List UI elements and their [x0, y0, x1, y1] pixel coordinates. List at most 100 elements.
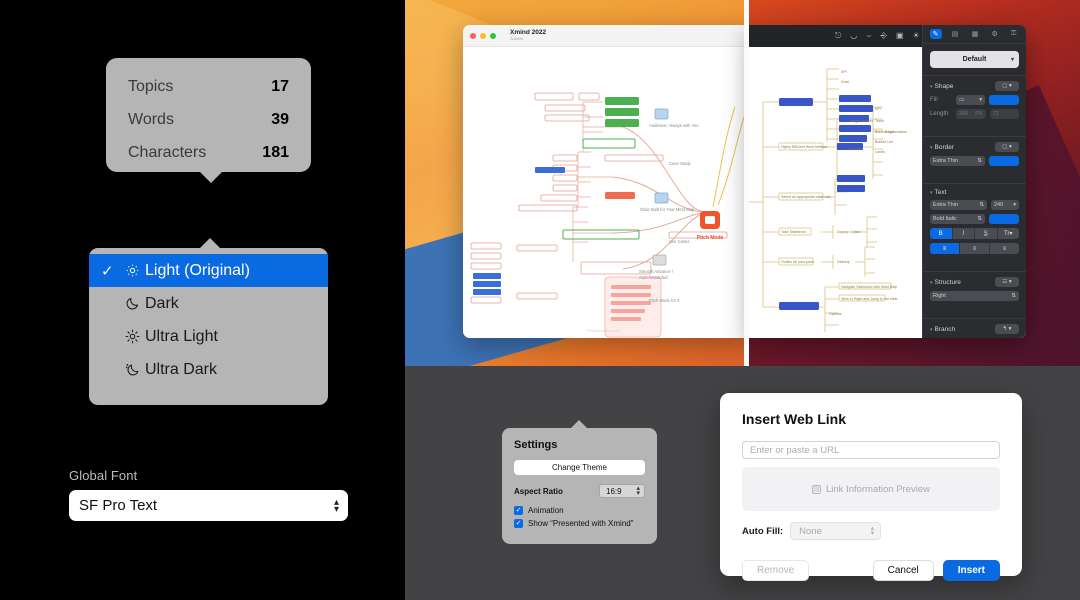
checkbox-checked-icon[interactable]: ✓ — [514, 506, 523, 515]
inspector-tab-lock[interactable]: ⚿ — [1008, 29, 1019, 39]
format-inspector-panel[interactable]: ✎ ▤ ▦ ⚙ ⚿ Default ▾ ▾Shape ▢ ▾ Fill ▭▾ — [922, 25, 1026, 338]
presented-with-xmind-checkbox-row[interactable]: ✓ Show “Presented with Xmind” — [514, 519, 645, 528]
text-font-row[interactable]: Extra Thin⇅ 240▾ — [930, 200, 1019, 210]
inspector-tab-layout[interactable]: ▤ — [949, 29, 962, 39]
note-icon[interactable]: ▣ — [896, 31, 904, 41]
stepper-icon[interactable]: ▴▾ — [871, 526, 875, 536]
shape-fill-row[interactable]: Fill ▭▾ — [930, 95, 1019, 105]
align-left-button[interactable]: ≡ — [930, 243, 960, 254]
structure-select[interactable]: Right⇅ — [930, 291, 1019, 301]
svg-text:Lands: Lands — [875, 150, 885, 154]
theme-dropdown-menu[interactable]: ✓ Light (Original) — [89, 248, 328, 405]
text-size-select[interactable]: 240▾ — [991, 200, 1019, 210]
url-input-placeholder: Enter or paste a URL — [750, 445, 839, 456]
aspect-ratio-value: 16:9 — [606, 487, 622, 496]
stepper-icon[interactable]: ▴▾ — [636, 486, 640, 496]
border-weight-select[interactable]: Extra Thin⇅ — [930, 156, 985, 166]
theme-item-ultra-dark[interactable]: Ultra Dark — [89, 353, 328, 386]
branch-picker-button[interactable]: ↰ ▾ — [995, 324, 1019, 334]
svg-text:Usage Number: Usage Number — [849, 119, 874, 123]
border-shape-button[interactable]: ▢ ▾ — [995, 142, 1019, 152]
border-color-swatch[interactable] — [989, 156, 1019, 166]
sticker-icon[interactable]: ☀ — [913, 31, 920, 41]
svg-text:Goal: Goal — [841, 80, 849, 84]
stats-value: 17 — [271, 78, 289, 96]
section-title: ▾Branch — [930, 326, 955, 333]
link-preview-text: Link Information Preview — [826, 484, 930, 495]
shape-length-row[interactable]: Length 260PX 72 — [930, 109, 1019, 119]
italic-button[interactable]: I — [953, 228, 976, 239]
structure-picker-button[interactable]: ☷ ▾ — [995, 277, 1019, 287]
structure-row[interactable]: Right⇅ — [930, 291, 1019, 301]
inspector-section-structure: ▾Structure ☷ ▾ Right⇅ — [923, 271, 1026, 311]
mindmap-canvas-light[interactable]: Audience: Always with You Glide Built fo… — [463, 47, 744, 338]
stats-label: Characters — [128, 144, 206, 162]
close-icon[interactable] — [470, 33, 476, 39]
theme-item-light-original[interactable]: ✓ Light (Original) — [89, 254, 328, 287]
inspector-tab-format[interactable]: ✎ — [930, 29, 942, 39]
stats-label: Topics — [128, 78, 173, 96]
xmind-window-light[interactable]: Xmind 2022 Subtitle — [463, 25, 744, 338]
topic-icon[interactable]: ⎋ — [835, 31, 841, 41]
insert-web-link-dialog[interactable]: Insert Web Link Enter or paste a URL ▤ L… — [720, 393, 1022, 576]
summary-icon[interactable]: ⎆ — [881, 31, 887, 41]
bold-button[interactable]: B — [930, 228, 953, 239]
text-format-segmented-control[interactable]: B I S̲ Tr▾ — [930, 228, 1019, 239]
strikethrough-button[interactable]: S̲ — [975, 228, 998, 239]
svg-text:Bubble List: Bubble List — [875, 140, 893, 144]
text-font-select[interactable]: Extra Thin⇅ — [930, 200, 987, 210]
border-weight-row[interactable]: Extra Thin⇅ — [930, 156, 1019, 166]
shape-height-input[interactable]: 72 — [990, 109, 1020, 119]
xmind-document-title-block: Xmind 2022 Subtitle — [510, 30, 546, 42]
animation-checkbox-row[interactable]: ✓ Animation — [514, 506, 645, 515]
remove-button[interactable]: Remove — [742, 560, 809, 581]
shape-fill-color-swatch[interactable] — [989, 95, 1019, 105]
chevron-down-icon[interactable]: ▾ — [1011, 56, 1014, 63]
boundary-icon[interactable]: ⌣ — [866, 31, 871, 41]
auto-fill-select[interactable]: None ▴▾ — [790, 522, 881, 540]
inspector-tab-effects[interactable]: ⚙ — [989, 29, 1001, 39]
align-right-button[interactable]: ≡ — [990, 243, 1019, 254]
maximize-icon[interactable] — [490, 33, 496, 39]
theme-item-ultra-light[interactable]: Ultra Light — [89, 320, 328, 353]
stats-row-words: Words 39 — [106, 105, 311, 134]
shape-picker-button[interactable]: ▢ ▾ — [995, 81, 1019, 91]
cancel-button[interactable]: Cancel — [873, 560, 934, 581]
section-header[interactable]: ▾Border ▢ ▾ — [930, 142, 1019, 152]
inspector-tabs[interactable]: ✎ ▤ ▦ ⚙ ⚿ — [923, 25, 1026, 44]
check-icon: ✓ — [101, 262, 119, 280]
section-header[interactable]: ▾Text — [930, 189, 1019, 196]
relationship-icon[interactable]: ◡ — [850, 31, 857, 41]
stepper-icon[interactable]: ▴▾ — [334, 499, 339, 513]
minimize-icon[interactable] — [480, 33, 486, 39]
section-header[interactable]: ▾Branch ↰ ▾ — [930, 324, 1019, 334]
align-center-button[interactable]: ≡ — [960, 243, 990, 254]
moon-icon — [119, 296, 145, 311]
text-transform-button[interactable]: Tr▾ — [998, 228, 1020, 239]
svg-text:Stick or Right and Jump to the: Stick or Right and Jump to the slide — [841, 297, 898, 301]
shape-fill-style-select[interactable]: ▭▾ — [956, 95, 985, 105]
svg-text:KPI: KPI — [875, 107, 881, 111]
theme-item-label: Light (Original) — [145, 262, 250, 280]
xmind-window-dark[interactable]: ⎋ ◡ ⌣ ⎆ ▣ ☀ +⌄ ⛶ ▣ ◫ — [749, 25, 1026, 338]
text-align-segmented-control[interactable]: ≡ ≡ ≡ — [930, 243, 1019, 254]
aspect-ratio-select[interactable]: 16:9 ▴▾ — [599, 484, 645, 498]
text-style-row[interactable]: Bold Italic⇅ — [930, 214, 1019, 224]
section-header[interactable]: ▾Structure ☷ ▾ — [930, 277, 1019, 287]
shape-length-input[interactable]: 260PX — [956, 109, 986, 119]
inspector-tab-style[interactable]: ▦ — [969, 29, 982, 39]
checkbox-checked-icon[interactable]: ✓ — [514, 519, 523, 528]
url-input[interactable]: Enter or paste a URL — [742, 441, 1000, 459]
inspector-preset-select[interactable]: Default ▾ — [930, 51, 1019, 68]
section-header[interactable]: ▾Shape ▢ ▾ — [930, 81, 1019, 91]
global-font-select[interactable]: SF Pro Text ▴▾ — [69, 490, 348, 521]
change-theme-button[interactable]: Change Theme — [514, 460, 645, 475]
svg-text:Presented with Xmind: Presented with Xmind — [587, 329, 620, 333]
stats-row-characters: Characters 181 — [106, 138, 311, 167]
settings-popover[interactable]: Settings Change Theme Aspect Ratio 16:9 … — [502, 428, 657, 544]
insert-button[interactable]: Insert — [943, 560, 1000, 581]
text-style-select[interactable]: Bold Italic⇅ — [930, 214, 985, 224]
theme-item-dark[interactable]: Dark — [89, 287, 328, 320]
text-color-swatch[interactable] — [989, 214, 1019, 224]
traffic-lights[interactable] — [470, 33, 496, 39]
